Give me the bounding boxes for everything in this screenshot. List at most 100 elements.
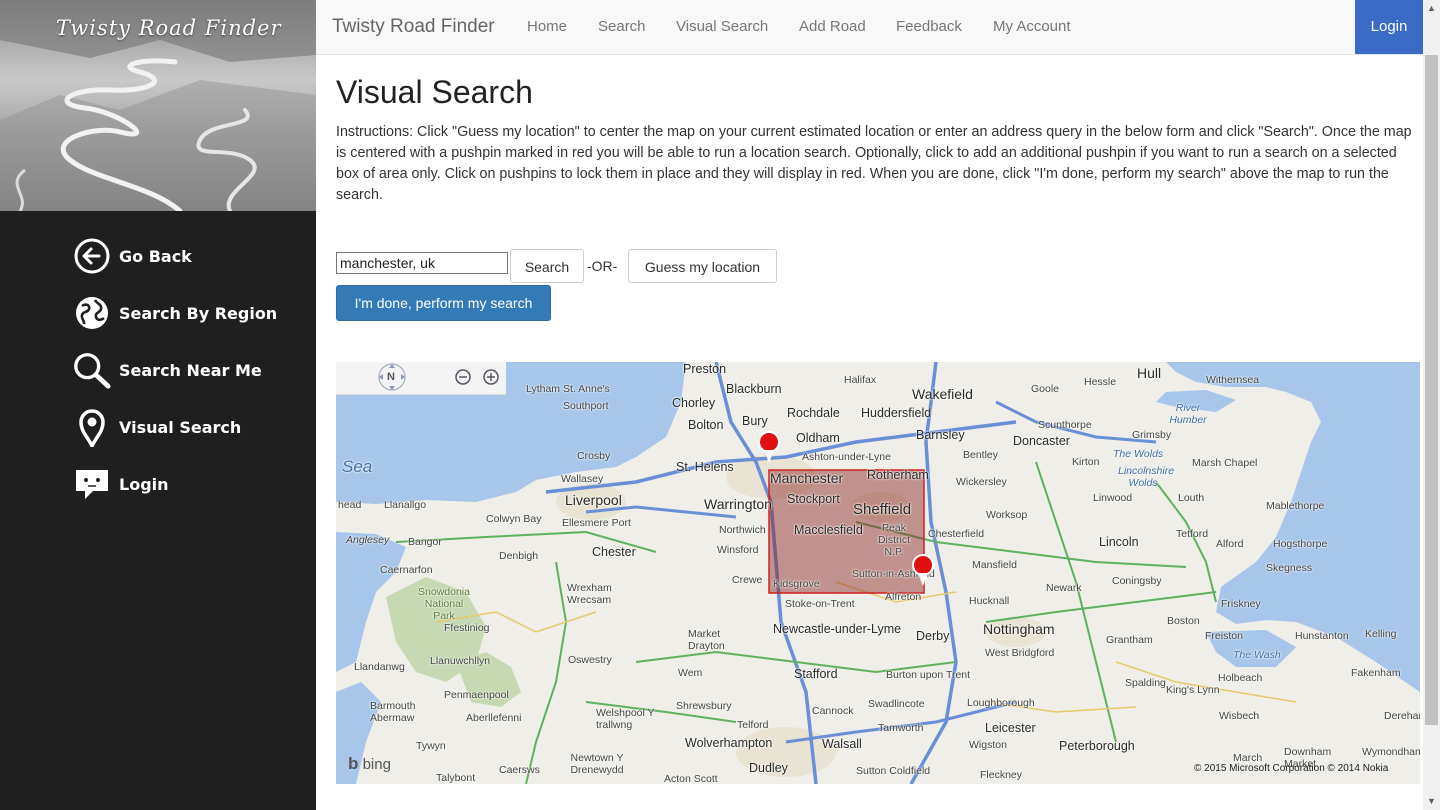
map-label: Burton upon Trent [886,669,971,681]
map-label: Louth [1178,492,1205,504]
map-label: Leicester [985,721,1036,735]
scrollbar-thumb[interactable] [1425,55,1438,725]
map-label: Mablethorpe [1266,500,1325,512]
map-label: Caernarfon [380,564,433,576]
address-search-input[interactable] [336,252,508,274]
scroll-down-arrow-icon[interactable]: ▼ [1423,793,1440,810]
map-pin-icon [72,407,112,447]
map-label: Grimsby [1132,429,1172,441]
map-label: Rotherham [867,468,929,482]
map-label: Ashton-under-Lyne [802,451,891,463]
zoom-in-icon[interactable] [483,369,499,385]
bing-logo: b bing [348,754,391,774]
top-navbar: Twisty Road Finder Home Search Visual Se… [316,0,1440,55]
map-label: Kirton [1072,456,1100,468]
nav-link-search[interactable]: Search [598,18,646,35]
compass-rose-icon[interactable]: N [387,371,395,383]
map-label: Liverpool [565,492,622,508]
map-label: Crewe [732,574,763,586]
map-label: Tetford [1176,528,1209,540]
map-label: Caersws [499,764,540,776]
nav-link-home[interactable]: Home [527,18,567,35]
instructions-text: Instructions: Click "Guess my location" … [336,124,1412,203]
map-label: Winsford [717,544,759,556]
map-label: Alford [1216,538,1244,550]
map-label: Wisbech [1219,710,1260,722]
map-label: Barnsley [916,428,965,442]
scroll-up-arrow-icon[interactable]: ▲ [1423,0,1440,17]
map-label: Penmaenpool [444,689,509,701]
map-label: Wickersley [956,476,1007,488]
map-label: Ffestiniog [444,622,490,634]
zoom-out-icon[interactable] [455,369,471,385]
map-label: Ellesmere Port [562,517,631,529]
map-label: Halifax [844,374,877,386]
map-label: Talybont [436,772,476,784]
map-label: Tamworth [878,722,924,734]
bing-map[interactable]: N Preston Blackburn Halifax Wakefield Hu… [336,362,1420,784]
map-label: Llanuwchllyn [430,655,491,667]
sidebar-item-visual-search[interactable]: Visual Search [72,407,241,447]
map-label: Bury [742,414,768,428]
page-scrollbar[interactable]: ▲ ▼ [1423,0,1440,810]
map-label: Wakefield [912,386,973,402]
map-label: Sutton Coldfield [856,765,931,777]
perform-search-button[interactable]: I'm done, perform my search [336,285,551,321]
pushpin-marker-icon[interactable] [911,553,935,587]
map-label: Nottingham [983,621,1055,637]
map-label: Llandanwg [354,661,405,673]
map-label: Hogsthorpe [1273,538,1328,550]
map-label: Goole [1031,383,1060,395]
map-label: Marsh Chapel [1192,457,1258,469]
nav-link-visual-search[interactable]: Visual Search [676,18,768,35]
map-label: West Bridgford [985,647,1055,659]
pushpin-marker-icon[interactable] [757,430,781,464]
sidebar-item-search-near-me[interactable]: Search Near Me [72,350,262,390]
map-label: Peterborough [1059,739,1135,753]
search-button[interactable]: Search [510,249,584,283]
map-label: Dudley [749,761,788,775]
or-separator: -OR- [587,258,618,274]
map-label: Blackburn [726,382,782,396]
map-label: Macclesfield [794,523,863,537]
nav-link-feedback[interactable]: Feedback [896,18,962,35]
login-button[interactable]: Login [1355,0,1423,54]
nav-link-add-road[interactable]: Add Road [799,18,866,35]
map-label: Derby [916,629,950,643]
nav-link-my-account[interactable]: My Account [993,18,1071,35]
sidebar-item-login[interactable]: Login [72,464,169,504]
map-label: Wigston [969,739,1007,751]
map-label: Wem [678,667,703,679]
map-label: Lincolnshire Wolds [1118,465,1175,489]
sidebar-item-go-back[interactable]: Go Back [72,236,192,276]
map-label: Fleckney [980,769,1023,781]
map-label: Huddersfield [861,406,932,420]
map-label: Linwood [1093,492,1133,504]
navbar-brand[interactable]: Twisty Road Finder [332,16,495,38]
map-label: Southport [563,400,609,412]
map-label: Skegness [1266,562,1313,574]
map-label: The Wolds [1113,448,1164,460]
map-label: Worksop [986,509,1028,521]
map-label: Snowdonia National Park [418,586,470,622]
map-label: River Humber [1169,402,1207,426]
bing-b-icon: b [348,754,359,773]
hero-title: Twisty Road Finder [56,16,282,40]
map-label: Sheffield [853,501,912,518]
sidebar-item-search-by-region[interactable]: Search By Region [72,293,277,333]
map-label: Preston [683,362,727,376]
map-label: Tywyn [416,740,446,752]
map-label: Coningsby [1112,575,1162,587]
map-label: Wallasey [561,473,604,485]
map-label: Grantham [1106,634,1153,646]
guess-location-button[interactable]: Guess my location [628,249,777,283]
map-label: Bangor [408,536,442,548]
map-label: Freiston [1205,630,1243,642]
map-label: King's Lynn [1166,684,1220,696]
bing-label: bing [362,756,391,773]
map-label: Wolverhampton [685,736,773,750]
map-label: Friskney [1221,598,1261,610]
map-label: Manchester [770,470,844,486]
map-label: Swadlincote [868,698,925,710]
map-label: Wrexham Wrecsam [567,582,612,606]
